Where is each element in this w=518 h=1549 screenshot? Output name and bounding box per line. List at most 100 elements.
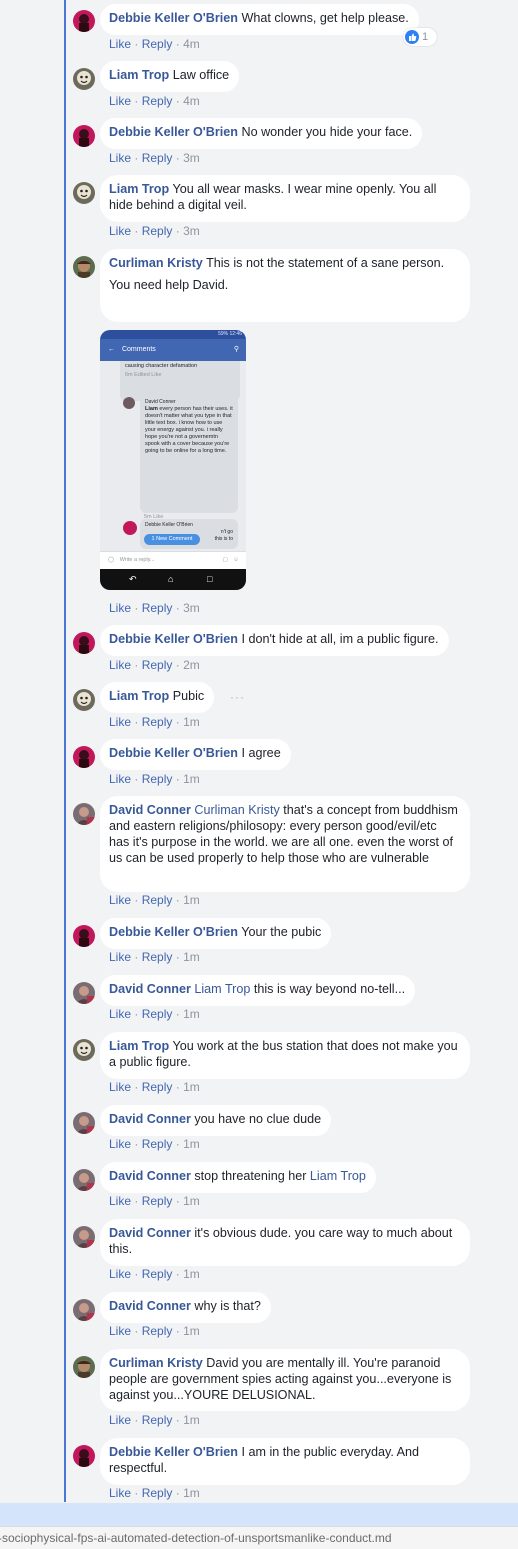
like-link[interactable]: Like [109,601,131,615]
comment-time[interactable]: 1m [183,1080,200,1094]
like-link[interactable]: Like [109,1007,131,1021]
reply-link[interactable]: Reply [142,37,173,51]
comment-time[interactable]: 3m [183,151,200,165]
avatar-debbie[interactable] [73,632,95,654]
comment-bubble: Curliman Kristy This is not the statemen… [100,249,470,322]
comment-text: you have no clue dude [194,1112,322,1126]
comment-time[interactable]: 1m [183,1194,200,1208]
like-link[interactable]: Like [109,224,131,238]
reply-link[interactable]: Reply [142,1194,173,1208]
like-link[interactable]: Like [109,1137,131,1151]
reply-link[interactable]: Reply [142,1267,173,1281]
comment-mention[interactable]: Curliman Kristy [194,803,279,817]
like-link[interactable]: Like [109,1324,131,1338]
reply-link[interactable]: Reply [142,151,173,165]
avatar-liam[interactable] [73,68,95,90]
avatar-debbie[interactable] [73,125,95,147]
like-link[interactable]: Like [109,715,131,729]
like-link[interactable]: Like [109,1413,131,1427]
reply-link[interactable]: Reply [142,715,173,729]
comment-time[interactable]: 1m [183,1137,200,1151]
avatar-david[interactable] [73,1226,95,1248]
comment-author[interactable]: Liam Trop [109,689,169,703]
avatar-debbie[interactable] [73,925,95,947]
reply-link[interactable]: Reply [142,1413,173,1427]
comment-time[interactable]: 1m [183,715,200,729]
comment-author[interactable]: David Conner [109,1226,191,1240]
reply-link[interactable]: Reply [142,1080,173,1094]
avatar-debbie[interactable] [73,10,95,32]
reply-link[interactable]: Reply [142,950,173,964]
comment-time[interactable]: 1m [183,1007,200,1021]
comment-author[interactable]: David Conner [109,803,191,817]
avatar-liam[interactable] [73,182,95,204]
comment-time[interactable]: 3m [183,601,200,615]
comment-author[interactable]: David Conner [109,1112,191,1126]
reply-link[interactable]: Reply [142,1324,173,1338]
comment-text: this is way beyond no-tell... [253,982,406,996]
comment-time[interactable]: 1m [183,1267,200,1281]
comment-author[interactable]: David Conner [109,1299,191,1313]
reaction-count[interactable]: 1 [403,28,437,46]
comment-author[interactable]: Liam Trop [109,68,169,82]
like-link[interactable]: Like [109,772,131,786]
comment-time[interactable]: 1m [183,1324,200,1338]
more-options-icon[interactable]: ··· [230,690,245,704]
avatar-debbie[interactable] [73,1445,95,1467]
attached-screenshot[interactable]: 59% 12:46 ← Comments ⚲ causing character… [100,330,246,590]
comment-author[interactable]: Debbie Keller O'Brien [109,925,238,939]
like-link[interactable]: Like [109,1194,131,1208]
reply-link[interactable]: Reply [142,772,173,786]
comment-author[interactable]: Debbie Keller O'Brien [109,125,238,139]
like-link[interactable]: Like [109,1486,131,1500]
reply-link[interactable]: Reply [142,94,173,108]
avatar-liam[interactable] [73,1039,95,1061]
comment-author[interactable]: David Conner [109,982,191,996]
like-link[interactable]: Like [109,1080,131,1094]
comment-author[interactable]: Liam Trop [109,182,169,196]
like-link[interactable]: Like [109,893,131,907]
comment-author[interactable]: Curliman Kristy [109,1356,203,1370]
reply-link[interactable]: Reply [142,601,173,615]
like-link[interactable]: Like [109,1267,131,1281]
avatar-david[interactable] [73,1299,95,1321]
like-link[interactable]: Like [109,94,131,108]
like-link[interactable]: Like [109,950,131,964]
comment-mention[interactable]: Liam Trop [310,1169,366,1183]
avatar-david[interactable] [73,982,95,1004]
avatar-curliman[interactable] [73,256,95,278]
comment-author[interactable]: David Conner [109,1169,191,1183]
avatar-david[interactable] [73,1169,95,1191]
reply-link[interactable]: Reply [142,1137,173,1151]
avatar-debbie[interactable] [73,746,95,768]
comment-time[interactable]: 3m [183,224,200,238]
comment-author[interactable]: Curliman Kristy [109,256,203,270]
avatar-curliman[interactable] [73,1356,95,1378]
reply-link[interactable]: Reply [142,893,173,907]
avatar-david[interactable] [73,1112,95,1134]
like-link[interactable]: Like [109,151,131,165]
comment-time[interactable]: 1m [183,1486,200,1500]
comment-time[interactable]: 1m [183,1413,200,1427]
avatar-david[interactable] [73,803,95,825]
comment-author[interactable]: Debbie Keller O'Brien [109,632,238,646]
reply-link[interactable]: Reply [142,1486,173,1500]
like-link[interactable]: Like [109,658,131,672]
comment-author[interactable]: Debbie Keller O'Brien [109,1445,238,1459]
comment-author[interactable]: Debbie Keller O'Brien [109,746,238,760]
reply-link[interactable]: Reply [142,1007,173,1021]
comment-time[interactable]: 1m [183,950,200,964]
reply-link[interactable]: Reply [142,224,173,238]
comment-time[interactable]: 1m [183,893,200,907]
comment-time[interactable]: 4m [183,37,200,51]
comment-author[interactable]: Liam Trop [109,1039,169,1053]
comment-time[interactable]: 1m [183,772,200,786]
reply-link[interactable]: Reply [142,658,173,672]
comment-author[interactable]: Debbie Keller O'Brien [109,11,238,25]
avatar-liam[interactable] [73,689,95,711]
like-link[interactable]: Like [109,37,131,51]
comment-time[interactable]: 2m [183,658,200,672]
comment-mention[interactable]: Liam Trop [194,982,250,996]
comment-time[interactable]: 4m [183,94,200,108]
new-comment-pill[interactable]: 1 New Comment [144,534,200,545]
